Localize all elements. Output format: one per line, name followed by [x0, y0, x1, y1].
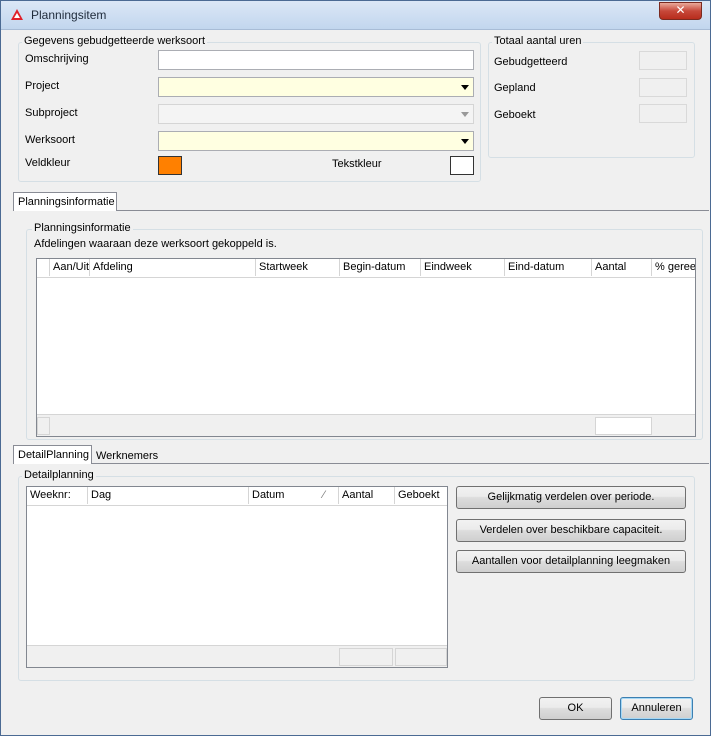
column-header-geboekt[interactable]: Geboekt: [395, 487, 447, 504]
column-header-datum-label: Datum: [252, 489, 285, 501]
footer-geboekt-total: [395, 648, 447, 666]
departments-grid[interactable]: Aan/Uit Afdeling Startweek Begin-datum E…: [36, 258, 696, 437]
project-dropdown[interactable]: [158, 77, 474, 97]
planning-info-legend: Planningsinformatie: [32, 222, 133, 234]
close-icon: ✕: [675, 3, 686, 17]
detail-grid-footer: [27, 645, 447, 667]
omschrijving-field[interactable]: [158, 50, 474, 70]
column-header-eindweek[interactable]: Eindweek: [421, 259, 505, 276]
footer-cell: [37, 417, 50, 435]
totals-group-legend: Totaal aantal uren: [492, 35, 584, 47]
footer-aantal-total: [339, 648, 393, 666]
tekstkleur-swatch[interactable]: [450, 156, 474, 175]
tab-label: Planningsinformatie: [18, 196, 115, 208]
close-button[interactable]: ✕: [659, 2, 702, 20]
project-label: Project: [25, 80, 60, 92]
tekstkleur-label: Tekstkleur: [332, 158, 382, 170]
app-logo-icon: [11, 9, 23, 20]
geboekt-value: [639, 104, 687, 123]
subproject-dropdown[interactable]: [158, 104, 474, 124]
column-header-dag[interactable]: Dag: [88, 487, 249, 504]
footer-aantal-total: [595, 417, 652, 435]
tab-strip-line: [13, 210, 709, 211]
clear-detailplanning-button[interactable]: Aantallen voor detailplanning leegmaken: [456, 550, 686, 573]
gebudgetteerd-value: [639, 51, 687, 70]
column-header-startweek[interactable]: Startweek: [256, 259, 340, 276]
ok-button[interactable]: OK: [539, 697, 612, 720]
column-header-datum[interactable]: Datum ⁄: [249, 487, 339, 504]
budget-group-legend: Gegevens gebudgetteerde werksoort: [22, 35, 208, 47]
detail-group-legend: Detailplanning: [22, 469, 96, 481]
veldkleur-swatch[interactable]: [158, 156, 182, 175]
chevron-down-icon: [461, 112, 469, 117]
geboekt-label: Geboekt: [494, 109, 536, 121]
column-header-percent-gereed[interactable]: % gereed: [652, 259, 695, 276]
column-header-afdeling[interactable]: Afdeling: [90, 259, 256, 276]
sort-indicator-icon: ⁄: [323, 489, 325, 501]
tab-detailplanning[interactable]: DetailPlanning: [13, 445, 92, 464]
tab-label: DetailPlanning: [18, 449, 89, 461]
tab-planningsinformatie[interactable]: Planningsinformatie: [13, 192, 117, 211]
column-header-weeknr[interactable]: Weeknr:: [27, 487, 88, 504]
column-header-indicator: [37, 259, 50, 276]
gepland-value: [639, 78, 687, 97]
veldkleur-label: Veldkleur: [25, 157, 71, 169]
distribute-capacity-button[interactable]: Verdelen over beschikbare capaciteit.: [456, 519, 686, 542]
column-header-eind-datum[interactable]: Eind-datum: [505, 259, 592, 276]
omschrijving-label: Omschrijving: [25, 53, 89, 65]
chevron-down-icon: [461, 85, 469, 90]
column-header-aantal[interactable]: Aantal: [339, 487, 395, 504]
column-header-begin-datum[interactable]: Begin-datum: [340, 259, 421, 276]
departments-grid-footer: [37, 414, 695, 436]
tab-label: Werknemers: [96, 450, 159, 462]
werksoort-label: Werksoort: [25, 134, 75, 146]
planning-info-description: Afdelingen waaraan deze werksoort gekopp…: [34, 238, 277, 250]
chevron-down-icon: [461, 139, 469, 144]
werksoort-dropdown[interactable]: [158, 131, 474, 151]
departments-grid-header: Aan/Uit Afdeling Startweek Begin-datum E…: [37, 259, 695, 278]
subproject-label: Subproject: [25, 107, 78, 119]
gebudgetteerd-label: Gebudgetteerd: [494, 56, 568, 68]
detail-grid[interactable]: Weeknr: Dag Datum ⁄ Aantal Geboekt: [26, 486, 448, 668]
planningsitem-dialog: Planningsitem ✕ Gegevens gebudgetteerde …: [0, 0, 711, 736]
column-header-aan-uit[interactable]: Aan/Uit: [50, 259, 90, 276]
gepland-label: Gepland: [494, 82, 536, 94]
title-bar: Planningsitem ✕: [1, 1, 710, 30]
tab-werknemers[interactable]: Werknemers: [92, 447, 164, 467]
cancel-button[interactable]: Annuleren: [620, 697, 693, 720]
column-header-aantal[interactable]: Aantal: [592, 259, 652, 276]
distribute-period-button[interactable]: Gelijkmatig verdelen over periode.: [456, 486, 686, 509]
detail-grid-header: Weeknr: Dag Datum ⁄ Aantal Geboekt: [27, 487, 447, 506]
window-title: Planningsitem: [31, 8, 107, 22]
